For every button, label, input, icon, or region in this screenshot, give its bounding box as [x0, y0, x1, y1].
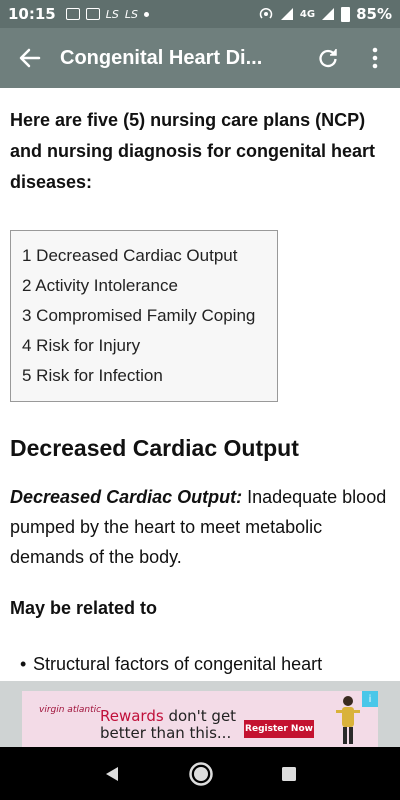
ad-banner[interactable]: virgin atlantic Rewards don't get better… — [22, 691, 378, 747]
status-left: 10:15 ᒪS ᒪS — [8, 5, 149, 23]
app-bar: Congenital Heart Di... — [0, 28, 400, 88]
app-icon — [85, 8, 100, 20]
network-type: 4G — [299, 8, 316, 20]
list-item: Structural factors of congenital heart — [20, 649, 390, 679]
ad-headline: Rewards don't get better than this... — [100, 708, 250, 742]
section-heading: Decreased Cardiac Output — [10, 435, 299, 461]
more-options-button[interactable] — [360, 40, 390, 76]
ad-area: virgin atlantic Rewards don't get better… — [0, 681, 400, 747]
ad-person-icon — [336, 696, 360, 744]
toc-item-5[interactable]: 5 Risk for Infection — [22, 361, 266, 391]
hotspot-icon — [259, 7, 273, 19]
nav-recents-icon[interactable] — [281, 766, 297, 782]
dot-icon — [144, 11, 149, 17]
ls-icon: ᒪS — [105, 7, 119, 21]
nav-back-icon[interactable] — [103, 765, 121, 783]
table-of-contents: 1 Decreased Cardiac Output 2 Activity In… — [10, 230, 278, 402]
ad-register-button[interactable]: Register Now — [244, 720, 314, 738]
ad-brand-logo: virgin atlantic — [39, 705, 102, 715]
related-list: Structural factors of congenital heart — [10, 649, 390, 679]
toc-item-1[interactable]: 1 Decreased Cardiac Output — [22, 241, 266, 271]
refresh-icon — [319, 49, 337, 68]
refresh-button[interactable] — [310, 40, 346, 76]
status-right: 4G 85% — [258, 5, 392, 23]
article-content[interactable]: Here are five (5) nursing care plans (NC… — [0, 88, 400, 681]
navigation-bar — [0, 747, 400, 800]
back-arrow-icon — [19, 48, 41, 68]
ls-icon: ᒪS — [124, 7, 138, 21]
toc-item-4[interactable]: 4 Risk for Injury — [22, 331, 266, 361]
ad-headline-red: Rewards — [100, 707, 164, 725]
nav-home-icon[interactable] — [188, 761, 214, 787]
signal-icon — [280, 8, 293, 20]
intro-paragraph: Here are five (5) nursing care plans (NC… — [10, 110, 376, 192]
image-icon — [65, 8, 80, 20]
battery-percent: 85% — [356, 5, 392, 23]
battery-icon — [341, 6, 351, 22]
status-bar: 10:15 ᒪS ᒪS 4G 85% — [0, 0, 400, 28]
definition-term: Decreased Cardiac Output: — [10, 487, 243, 507]
status-time: 10:15 — [8, 5, 56, 23]
ad-info-icon[interactable]: i — [362, 691, 378, 707]
related-heading: May be related to — [10, 598, 158, 618]
toc-item-2[interactable]: 2 Activity Intolerance — [22, 271, 266, 301]
more-vert-icon — [372, 47, 378, 69]
signal-icon-2 — [322, 8, 335, 20]
page-title: Congenital Heart Di... — [60, 46, 263, 69]
back-button[interactable] — [0, 28, 60, 88]
toc-item-3[interactable]: 3 Compromised Family Coping — [22, 301, 266, 331]
definition-paragraph: Decreased Cardiac Output: Inadequate blo… — [10, 482, 390, 572]
